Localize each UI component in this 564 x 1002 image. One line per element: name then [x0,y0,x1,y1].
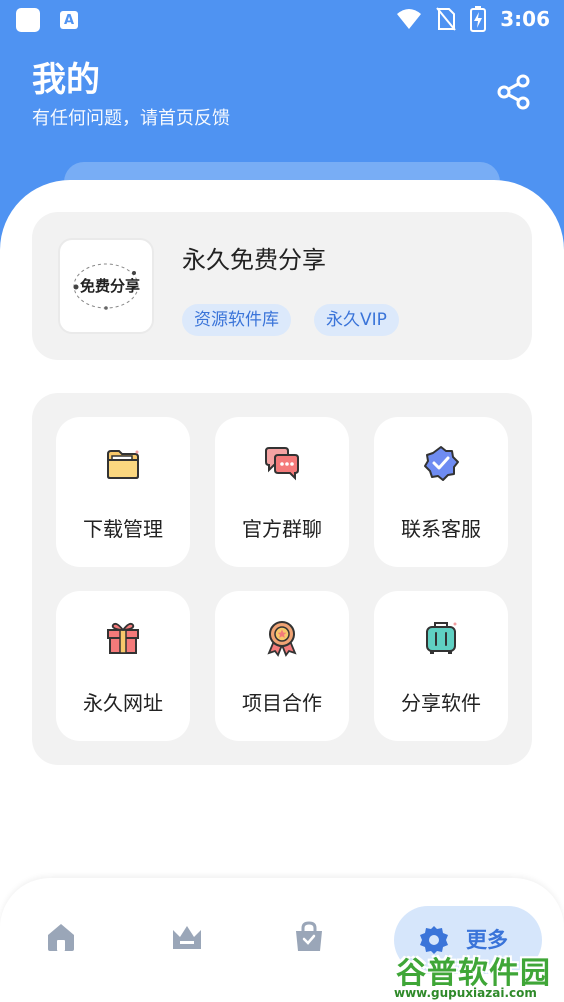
watermark-url: www.gupuxiazai.com [394,986,537,1000]
app-notification-icon [16,8,40,32]
menu-item-download-manager[interactable]: 下载管理 [56,417,190,567]
award-medal-icon [267,621,297,657]
profile-name: 永久免费分享 [182,246,326,274]
menu-item-label: 项目合作 [242,691,322,715]
clock-time: 3:06 [500,7,550,31]
shopping-bag-icon[interactable] [292,920,326,954]
page: A 3:06 我的 有任何问题，请首页反馈 免费分享 永久免费分享 资源软件库 … [0,0,564,1002]
menu-item-permanent-url[interactable]: 永久网址 [56,591,190,741]
chat-bubbles-icon [265,447,299,481]
menu-item-label: 联系客服 [401,517,481,541]
crown-icon[interactable] [170,920,204,954]
verified-badge-icon [424,446,459,481]
menu-item-official-group[interactable]: 官方群聊 [215,417,349,567]
gift-icon [107,622,139,654]
home-icon[interactable] [44,920,78,954]
menu-item-label: 永久网址 [83,691,163,715]
wifi-icon [397,9,422,29]
avatar[interactable]: 免费分享 [58,238,154,334]
folder-icon [107,450,139,479]
menu-item-share-software[interactable]: 分享软件 [374,591,508,741]
menu-grid: 下载管理 官方群聊 联系客服 永久网址 项目合作 分享软件 [32,393,532,765]
avatar-logo-text: 免费分享 [80,277,141,295]
page-title: 我的 [32,60,100,100]
share-icon[interactable] [494,72,534,112]
status-bar: A 3:06 [0,0,564,40]
menu-item-contact-service[interactable]: 联系客服 [374,417,508,567]
profile-card[interactable]: 免费分享 永久免费分享 资源软件库 永久VIP [32,212,532,360]
battery-charging-icon [470,6,487,32]
page-subtitle: 有任何问题，请首页反馈 [32,108,230,129]
menu-item-label: 分享软件 [401,691,481,715]
tag-vip: 永久VIP [314,304,399,336]
notification-a-icon: A [60,11,78,29]
menu-item-label: 下载管理 [83,517,163,541]
menu-item-project-cooperation[interactable]: 项目合作 [215,591,349,741]
watermark: 谷普软件园 www.gupuxiazai.com [392,948,564,1002]
no-sim-icon [436,7,457,31]
menu-item-label: 官方群聊 [242,517,322,541]
suitcase-icon [426,622,457,654]
tag-resource-library: 资源软件库 [182,304,291,336]
